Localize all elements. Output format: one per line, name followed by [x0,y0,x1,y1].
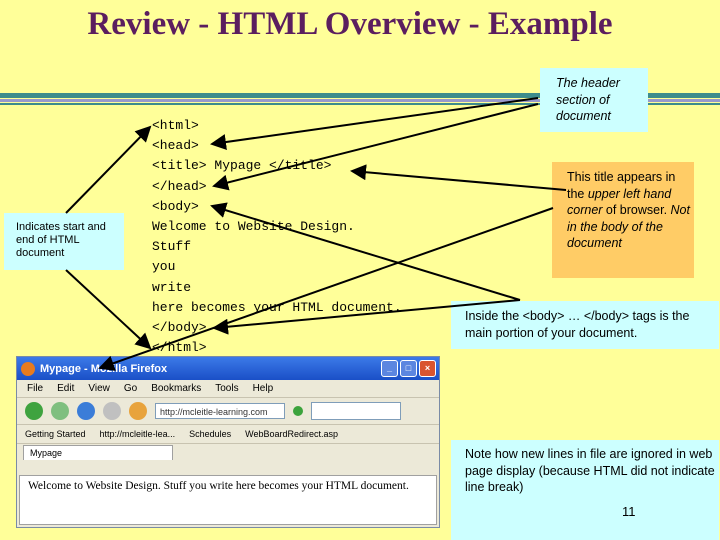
arrow-to-html-open [65,125,152,214]
arrow-to-body-open [210,202,521,301]
arrow-to-window-title [98,207,554,371]
arrow-to-title-tag [350,164,567,191]
arrow-to-html-close [65,269,152,350]
arrow-to-head-open [210,97,539,150]
arrows-layer [65,97,567,371]
arrow-to-body-close [212,299,521,335]
